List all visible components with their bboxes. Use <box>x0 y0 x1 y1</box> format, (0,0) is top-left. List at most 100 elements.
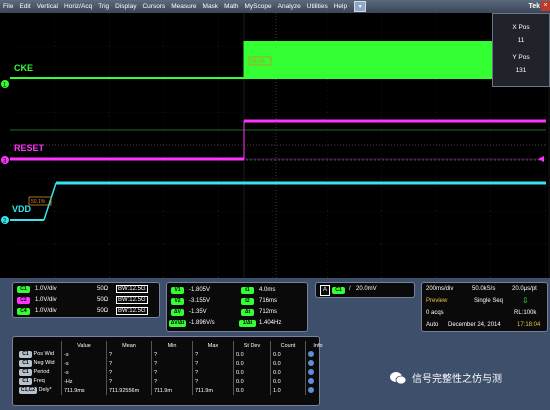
menu-help[interactable]: Help <box>331 0 350 13</box>
menu-dropdown-icon[interactable]: ▼ <box>354 1 367 12</box>
cursor-value: -1.35V <box>189 309 207 315</box>
acq-count: 0 acqs <box>426 310 444 316</box>
info-icon[interactable] <box>308 386 314 393</box>
cursor-value: -3.155V <box>189 298 211 304</box>
cursor-tag: 1/Δt <box>239 320 256 327</box>
y-pos-label: Y Pos <box>512 54 530 61</box>
watermark: 信号完整性之仿与测 <box>390 370 502 385</box>
vert-scale: 1.0V/div <box>35 308 57 314</box>
reset-label: RESET <box>14 143 45 153</box>
timebase: 200ms/div <box>426 286 454 292</box>
measurement-table: Value Mean Min Max St Dev Count Info C1 … <box>17 341 330 395</box>
col-max: Max <box>192 341 234 350</box>
col-count: Count <box>270 341 306 350</box>
y-pos-value[interactable]: 131 <box>493 67 549 74</box>
x-pos-label: X Pos <box>512 24 530 31</box>
vdd-label: VDD <box>12 204 32 214</box>
cursor-tag: V1 <box>171 287 184 294</box>
cursor-tag: t1 <box>241 287 254 294</box>
sample-rate: 50.0kS/s <box>472 286 496 292</box>
vert-tag: C4 <box>17 308 30 315</box>
vert-tag: C2 <box>17 297 30 304</box>
cursor-tag: ΔV/Δt <box>169 320 186 327</box>
menu-display[interactable]: Display <box>112 0 139 13</box>
cursor-tag: ΔV <box>171 309 184 316</box>
cursor-value: -1.805V <box>189 287 211 293</box>
vert-tag: C1 <box>17 286 30 293</box>
cursor-readout-box[interactable]: V1 -1.805V t1 4.0ms V2 -3.155V t2 716ms … <box>166 282 308 332</box>
trigger-level: 20.0mV <box>356 286 377 292</box>
table-row[interactable]: C1 Freq -Hz??? 0.0 0.0 <box>17 377 330 386</box>
menu-mask[interactable]: Mask <box>200 0 222 13</box>
col-value: Value <box>61 341 107 350</box>
cursor-tag: V2 <box>171 298 184 305</box>
record-length: RL:100k <box>514 310 537 316</box>
cursor-value: 4.0ms <box>259 287 276 293</box>
acq-time: 17:18:04 <box>517 322 541 328</box>
trigger-box[interactable]: A C1 / 20.0mV <box>315 282 415 298</box>
col-mean: Mean <box>106 341 152 350</box>
menu-file[interactable]: File <box>0 0 16 13</box>
vert-imp: 50Ω <box>97 286 109 292</box>
col-min: Min <box>151 341 193 350</box>
time-per-point: 20.0μs/pt <box>512 286 537 292</box>
menu-horiz-acq[interactable]: Horiz/Acq <box>61 0 95 13</box>
info-icon[interactable] <box>308 377 314 384</box>
menu-bar: File Edit Vertical Horiz/Acq Trig Displa… <box>0 0 550 13</box>
wechat-icon <box>390 371 406 384</box>
waveform-display[interactable]: 50.0% 50.1% 1 3 2 CKE RESET VDD <box>0 13 548 278</box>
acq-date: December 24, 2014 <box>448 322 501 328</box>
vert-scale: 1.0V/div <box>35 297 57 303</box>
brand-logo: Tek <box>528 3 540 10</box>
vert-imp: 50Ω <box>97 297 109 303</box>
table-row[interactable]: C1 Period -s??? 0.0 0.0 <box>17 368 330 377</box>
watermark-text: 信号完整性之仿与测 <box>412 374 502 385</box>
info-icon[interactable] <box>308 368 314 375</box>
table-row[interactable]: C1 Pos Wid -s??? 0.0 0.0 <box>17 350 330 359</box>
trigger-a-icon: A <box>320 285 330 296</box>
menu-utilities[interactable]: Utilities <box>304 0 331 13</box>
menu-cursors[interactable]: Cursors <box>139 0 168 13</box>
table-header-row: Value Mean Min Max St Dev Count Info <box>17 341 330 350</box>
vert-bw: BW:12.5G <box>116 296 148 304</box>
info-icon[interactable] <box>308 350 314 357</box>
vert-scale: 1.0V/div <box>35 286 57 292</box>
trigger-slope-icon: / <box>349 286 351 292</box>
waveform-svg: 50.0% 50.1% 1 3 2 <box>1 13 546 278</box>
vert-bw: BW:12.5G <box>116 285 148 293</box>
single-seq-icon: ⇩ <box>522 296 529 305</box>
col-stdev: St Dev <box>233 341 271 350</box>
menu-myscope[interactable]: MyScope <box>242 0 275 13</box>
table-row[interactable]: C1 Neg Wid -s??? 0.0 0.0 <box>17 359 330 368</box>
cursor-tag: t2 <box>241 298 254 305</box>
cursor-tag: Δt <box>241 309 254 316</box>
cke-ref-text: 50.0% <box>251 59 266 65</box>
menu-edit[interactable]: Edit <box>16 0 33 13</box>
readout-area: C1 1.0V/div 50Ω BW:12.5G C2 1.0V/div 50Ω… <box>0 278 550 410</box>
menu-vertical[interactable]: Vertical <box>34 0 61 13</box>
vertical-settings-box[interactable]: C1 1.0V/div 50Ω BW:12.5G C2 1.0V/div 50Ω… <box>12 282 160 318</box>
menu-measure[interactable]: Measure <box>168 0 199 13</box>
position-panel: X Pos 11 Y Pos 131 <box>492 13 550 87</box>
info-icon[interactable] <box>308 359 314 366</box>
cursor-value: 712ms <box>259 309 278 315</box>
vdd-ref-text: 50.1% <box>31 199 46 205</box>
close-icon[interactable]: × <box>541 1 550 11</box>
menu-trig[interactable]: Trig <box>95 0 112 13</box>
cke-label: CKE <box>14 63 34 73</box>
menu-math[interactable]: Math <box>221 0 241 13</box>
acq-auto: Auto <box>426 322 439 328</box>
menu-analyze[interactable]: Analyze <box>275 0 304 13</box>
table-row[interactable]: C1,C2 Dely* 711.9ms 711.92556m 711.9m 711.9… <box>17 386 330 395</box>
acquisition-box[interactable]: 200ms/div 50.0kS/s 20.0μs/pt Preview Sin… <box>421 282 548 332</box>
cursor-value: 716ms <box>259 298 278 304</box>
cursor-value: -1.896V/s <box>189 320 215 326</box>
acq-seq: Single Seq <box>474 298 504 304</box>
acq-mode: Preview <box>426 298 448 304</box>
vert-imp: 50Ω <box>97 308 109 314</box>
trigger-source: C1 <box>332 287 345 294</box>
col-info: Info <box>313 342 323 349</box>
cursor-value: 1.404Hz <box>259 320 282 326</box>
vert-bw: BW:12.5G <box>116 307 148 315</box>
x-pos-value[interactable]: 11 <box>493 37 549 44</box>
